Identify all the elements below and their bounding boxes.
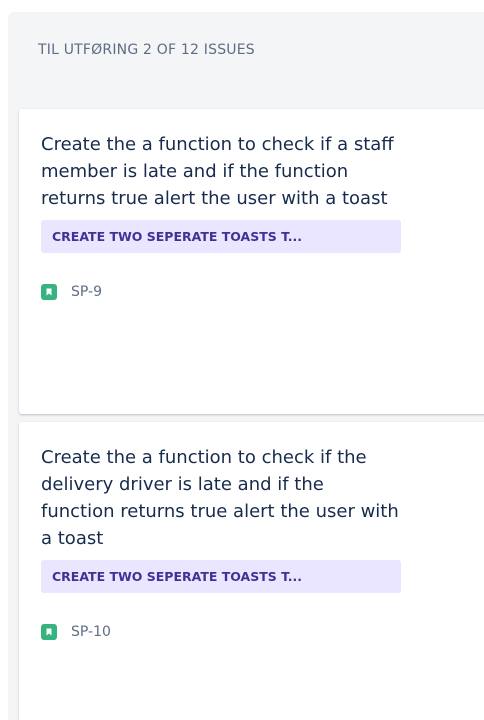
column-header: TIL UTFØRING 2 OF 12 ISSUES [38, 42, 255, 58]
issue-key[interactable]: SP-9 [71, 284, 102, 300]
issue-card[interactable]: Create the a function to check if a staf… [19, 109, 484, 414]
story-bookmark-icon [41, 624, 57, 640]
issue-card[interactable]: Create the a function to check if the de… [19, 422, 484, 720]
story-bookmark-icon [41, 284, 57, 300]
card-summary: Create the a function to check if the de… [41, 447, 399, 549]
issue-key[interactable]: SP-10 [71, 624, 111, 640]
card-footer: SP-9 [41, 281, 484, 303]
epic-badge[interactable]: CREATE TWO SEPERATE TOASTS T... [41, 220, 401, 253]
card-summary: Create the a function to check if a staf… [41, 134, 394, 209]
card-footer: SP-10 [41, 621, 484, 643]
board-column: TIL UTFØRING 2 OF 12 ISSUES Create the a… [8, 12, 484, 720]
epic-badge[interactable]: CREATE TWO SEPERATE TOASTS T... [41, 560, 401, 593]
